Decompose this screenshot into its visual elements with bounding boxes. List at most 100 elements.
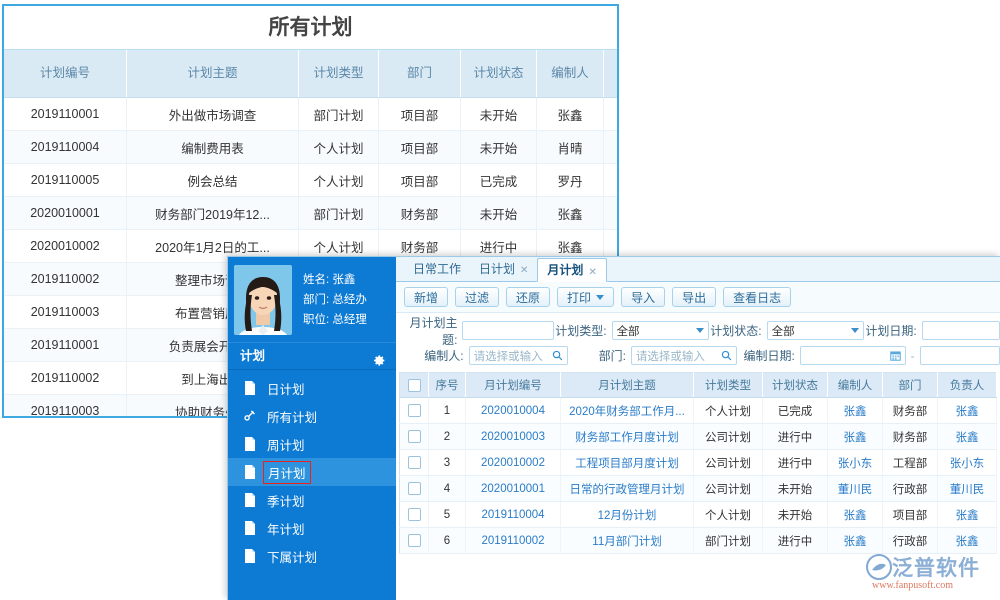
grid-cell-code[interactable]: 2019110002 [466,528,561,554]
grid-cell-author[interactable]: 董川民 [828,476,883,502]
row-checkbox-cell[interactable] [400,450,429,476]
toolbar-button[interactable]: 导入 [621,287,665,307]
grid-column-header[interactable]: 部门 [883,373,938,398]
grid-cell-topic[interactable]: 工程项目部月度计划 [561,450,694,476]
row-checkbox-cell[interactable] [400,502,429,528]
calendar-icon[interactable] [890,350,901,361]
grid-column-header[interactable]: 月计划主题 [561,373,694,398]
sidebar-item-plan[interactable]: 日计划 [228,374,396,402]
tab-item[interactable]: 日常工作 [404,257,470,281]
row-checkbox-cell[interactable] [400,476,429,502]
toolbar-button[interactable]: 打印 [557,287,614,307]
table-row[interactable]: 2020010001财务部门2019年12...部门计划财务部未开始张鑫罗丹 [4,197,619,230]
grid-row[interactable]: 42020010001日常的行政管理月计划公司计划未开始董川民行政部董川民 [400,476,997,502]
close-icon[interactable]: ✕ [520,259,528,283]
bg-column-header[interactable]: 负责人 [604,50,620,98]
grid-cell-owner[interactable]: 张鑫 [938,502,997,528]
sidebar-item-plan[interactable]: 下属计划 [228,542,396,570]
grid-row[interactable]: 6201911000211月部门计划部门计划进行中张鑫行政部张鑫 [400,528,997,554]
grid-row[interactable]: 120200100042020年财务部工作月...个人计划已完成张鑫财务部张鑫 [400,398,997,424]
table-row[interactable]: 2019110004编制费用表个人计划项目部未开始肖晴肖晴 [4,131,619,164]
grid-cell-author[interactable]: 张鑫 [828,424,883,450]
date-end-input[interactable] [920,346,1000,365]
grid-column-header[interactable]: 计划状态 [763,373,828,398]
grid-column-header[interactable]: 月计划编号 [466,373,561,398]
row-checkbox[interactable] [408,534,421,547]
row-checkbox[interactable] [408,404,421,417]
tab-active[interactable]: 月计划✕ [537,258,606,282]
table-cell: 2019110003 [4,395,127,419]
gear-icon[interactable] [373,350,386,363]
grid-column-header[interactable]: 计划类型 [694,373,763,398]
grid-cell-code[interactable]: 2019110004 [466,502,561,528]
toolbar-button[interactable]: 新增 [404,287,448,307]
sidebar-group-header: 计划 [228,342,396,370]
filter-select-input[interactable]: 全部 [612,321,709,340]
grid-cell-owner[interactable]: 董川民 [938,476,997,502]
grid-cell-owner[interactable]: 张鑫 [938,528,997,554]
bg-column-header[interactable]: 部门 [379,50,461,98]
table-row[interactable]: 2019110005例会总结个人计划项目部已完成罗丹罗丹 [4,164,619,197]
grid-cell-code[interactable]: 2020010002 [466,450,561,476]
close-icon[interactable]: ✕ [588,261,596,285]
grid-cell-topic[interactable]: 11月部门计划 [561,528,694,554]
toolbar-button[interactable]: 导出 [672,287,716,307]
filter-select-input[interactable]: 全部 [767,321,864,340]
bg-column-header[interactable]: 计划状态 [461,50,537,98]
grid-cell-owner[interactable]: 张鑫 [938,398,997,424]
toolbar-button[interactable]: 过滤 [455,287,499,307]
sidebar-item-plan[interactable]: 季计划 [228,486,396,514]
grid-cell-owner[interactable]: 张鑫 [938,424,997,450]
row-checkbox-cell[interactable] [400,398,429,424]
grid-cell-owner[interactable]: 张小东 [938,450,997,476]
grid-cell-code[interactable]: 2020010003 [466,424,561,450]
grid-row[interactable]: 5201911000412月份计划个人计划未开始张鑫项目部张鑫 [400,502,997,528]
grid-cell-topic[interactable]: 2020年财务部工作月... [561,398,694,424]
row-checkbox[interactable] [408,430,421,443]
grid-cell-author[interactable]: 张鑫 [828,528,883,554]
grid-cell-topic[interactable]: 日常的行政管理月计划 [561,476,694,502]
grid-column-header[interactable]: 编制人 [828,373,883,398]
chevron-down-icon[interactable] [851,328,859,333]
filter-text-input[interactable] [922,321,1000,340]
chevron-down-icon[interactable] [596,295,604,300]
grid-cell-topic[interactable]: 12月份计划 [561,502,694,528]
grid-cell-author[interactable]: 张小东 [828,450,883,476]
filter-search-input[interactable]: 请选择或输入 [469,346,568,365]
bg-column-header[interactable]: 计划主题 [127,50,299,98]
row-checkbox[interactable] [408,508,421,521]
tab-item[interactable]: 日计划✕ [470,257,537,281]
row-checkbox[interactable] [408,482,421,495]
filter-date-input[interactable] [800,346,906,365]
row-checkbox[interactable] [408,456,421,469]
filter-search-input[interactable]: 请选择或输入 [631,346,737,365]
toolbar-button[interactable]: 还原 [506,287,550,307]
grid-column-header[interactable]: 负责人 [938,373,997,398]
filter-text-input[interactable] [462,321,553,340]
grid-cell-code[interactable]: 2020010001 [466,476,561,502]
table-cell: 2019110003 [4,296,127,329]
sidebar-item-plan[interactable]: 周计划 [228,430,396,458]
grid-column-header[interactable]: 序号 [429,373,466,398]
toolbar-button[interactable]: 查看日志 [723,287,791,307]
search-icon[interactable] [721,350,732,361]
bg-column-header[interactable]: 编制人 [537,50,604,98]
search-icon[interactable] [552,350,563,361]
sidebar-item-active[interactable]: 月计划 [228,458,396,486]
sidebar-item-plan[interactable]: 所有计划 [228,402,396,430]
grid-row[interactable]: 22020010003财务部工作月度计划公司计划进行中张鑫财务部张鑫 [400,424,997,450]
grid-cell-topic[interactable]: 财务部工作月度计划 [561,424,694,450]
grid-row[interactable]: 32020010002工程项目部月度计划公司计划进行中张小东工程部张小东 [400,450,997,476]
sidebar-item-plan[interactable]: 年计划 [228,514,396,542]
select-all-header[interactable] [400,373,429,398]
row-checkbox-cell[interactable] [400,424,429,450]
bg-column-header[interactable]: 计划类型 [299,50,379,98]
table-row[interactable]: 2019110001外出做市场调查部门计划项目部未开始张鑫张鑫 [4,98,619,131]
bg-column-header[interactable]: 计划编号 [4,50,127,98]
grid-cell-code[interactable]: 2020010004 [466,398,561,424]
row-checkbox-cell[interactable] [400,528,429,554]
grid-cell-author[interactable]: 张鑫 [828,398,883,424]
chevron-down-icon[interactable] [696,328,704,333]
grid-cell-author[interactable]: 张鑫 [828,502,883,528]
select-all-checkbox[interactable] [408,379,421,392]
